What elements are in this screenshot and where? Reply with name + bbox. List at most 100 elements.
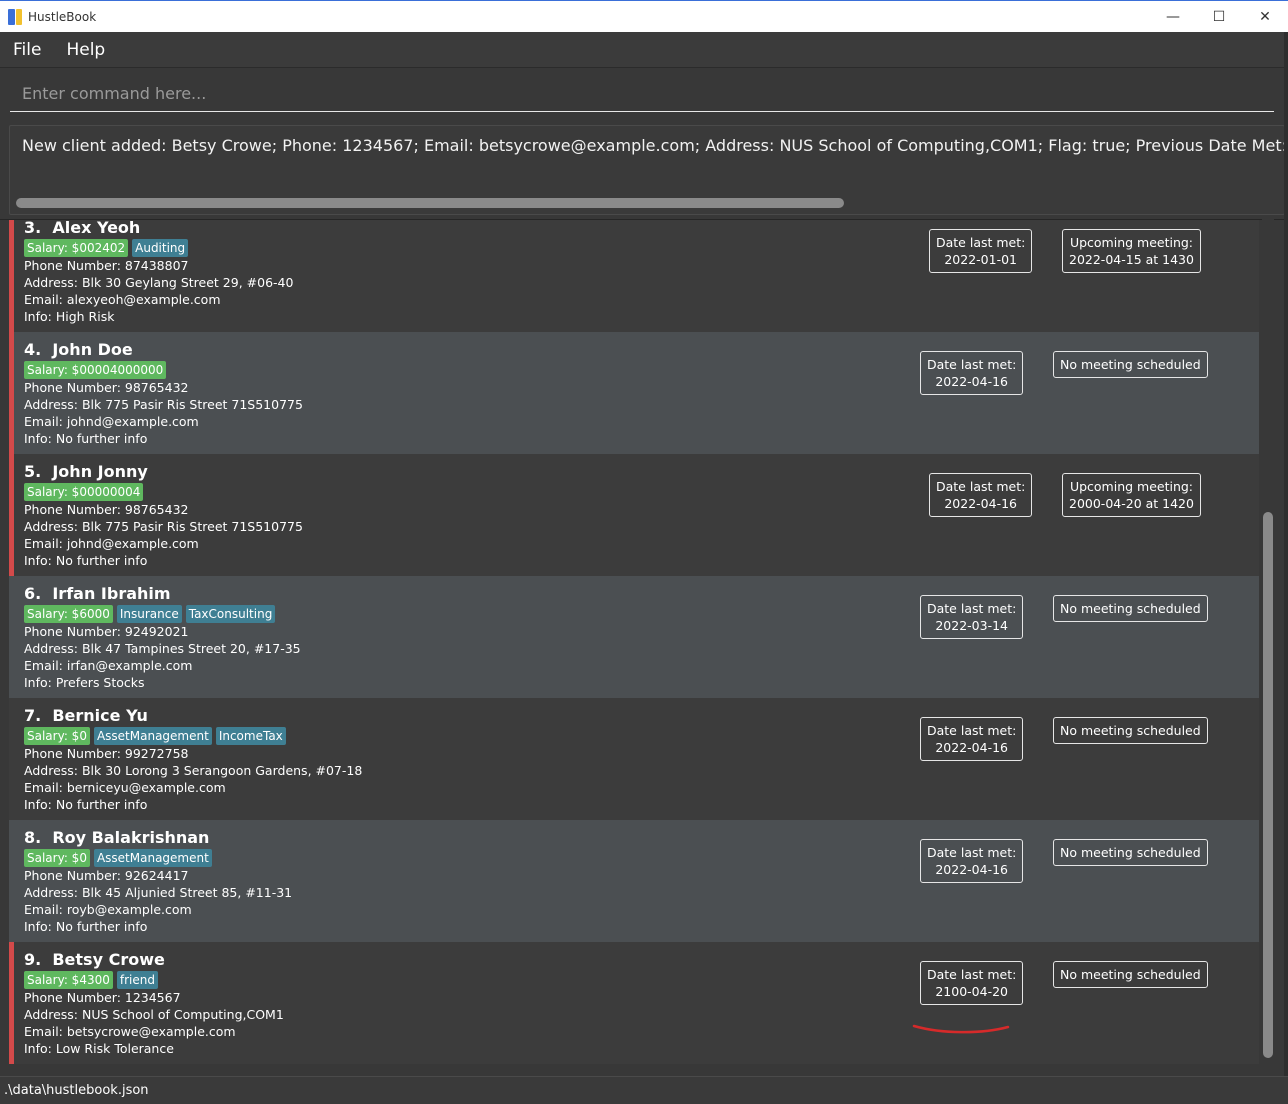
date-last-met-box: Date last met: 2022-04-16 [920, 839, 1024, 883]
meeting-label: No meeting scheduled [1060, 601, 1201, 616]
date-last-met-value: 2022-01-01 [944, 252, 1017, 267]
date-last-met-label: Date last met: [936, 479, 1026, 494]
category-tag: Auditing [132, 239, 189, 257]
date-last-met-value: 2022-04-16 [935, 740, 1008, 755]
meeting-value: 2000-04-20 at 1420 [1069, 496, 1194, 511]
date-last-met-box: Date last met: 2100-04-20 [920, 961, 1024, 1005]
date-last-met-value: 2022-04-16 [935, 374, 1008, 389]
category-tag: AssetManagement [93, 727, 212, 745]
meeting-label: No meeting scheduled [1060, 723, 1201, 738]
salary-tag: Salary: $00000004 [24, 483, 144, 501]
address: Address: Blk 30 Geylang Street 29, #06-4… [24, 275, 294, 290]
info: Info: High Risk [24, 309, 115, 324]
client-name: 6. Irfan Ibrahim [24, 584, 171, 603]
date-last-met-label: Date last met: [927, 357, 1017, 372]
info: Info: No further info [24, 797, 148, 812]
flag-indicator [9, 454, 14, 576]
info: Info: Low Risk Tolerance [24, 1041, 174, 1056]
phone-number: Phone Number: 92624417 [24, 868, 189, 883]
category-tag: TaxConsulting [185, 605, 276, 623]
client-name: 5. John Jonny [24, 462, 148, 481]
tag-list: Salary: $6000 Insurance TaxConsulting [24, 605, 276, 623]
app-logo-icon [8, 8, 22, 25]
date-last-met-box: Date last met: 2022-01-01 [929, 229, 1033, 273]
client-name: 8. Roy Balakrishnan [24, 828, 210, 847]
address: Address: Blk 775 Pasir Ris Street 71S510… [24, 397, 303, 412]
client-card[interactable]: 5. John Jonny Salary: $00000004 Phone Numb… [9, 454, 1259, 576]
flag-indicator [9, 942, 14, 1064]
close-icon[interactable]: ✕ [1242, 1, 1288, 33]
menu-help[interactable]: Help [53, 40, 117, 60]
maximize-icon[interactable]: ☐ [1196, 1, 1242, 33]
salary-tag: Salary: $00004000000 [24, 361, 167, 379]
tag-list: Salary: $0 AssetManagement [24, 849, 212, 867]
phone-number: Phone Number: 98765432 [24, 380, 189, 395]
client-card[interactable]: 4. John Doe Salary: $00004000000 Phone Num… [9, 332, 1259, 454]
address: Address: Blk 45 Aljunied Street 85, #11-… [24, 885, 293, 900]
address: Address: Blk 775 Pasir Ris Street 71S510… [24, 519, 303, 534]
salary-tag: Salary: $6000 [24, 605, 113, 623]
date-last-met-box: Date last met: 2022-04-16 [920, 717, 1024, 761]
date-last-met-box: Date last met: 2022-04-16 [929, 473, 1033, 517]
result-display: New client added: Betsy Crowe; Phone: 12… [9, 125, 1285, 215]
client-card[interactable]: 6. Irfan Ibrahim Salary: $6000 Insurance Ta… [9, 576, 1259, 698]
email: Email: johnd@example.com [24, 536, 199, 551]
info: Info: No further info [24, 553, 148, 568]
window-title: HustleBook [28, 9, 97, 24]
salary-tag: Salary: $002402 [24, 239, 129, 257]
meeting-label: No meeting scheduled [1060, 967, 1201, 982]
client-card[interactable]: 7. Bernice Yu Salary: $0 AssetManagement In… [9, 698, 1259, 820]
tag-list: Salary: $002402 Auditing [24, 239, 189, 257]
meeting-label: No meeting scheduled [1060, 845, 1201, 860]
phone-number: Phone Number: 98765432 [24, 502, 189, 517]
category-tag: IncomeTax [215, 727, 286, 745]
date-last-met-label: Date last met: [927, 723, 1017, 738]
menu-file[interactable]: File [0, 40, 53, 60]
meeting-box: No meeting scheduled [1053, 595, 1208, 622]
address: Address: NUS School of Computing,COM1 [24, 1007, 284, 1022]
tag-list: Salary: $00004000000 [24, 361, 167, 379]
salary-tag: Salary: $4300 [24, 971, 113, 989]
client-card[interactable]: 3. Alex Yeoh Salary: $002402 Auditing Phone… [9, 220, 1259, 332]
date-last-met-box: Date last met: 2022-04-16 [920, 351, 1024, 395]
meeting-value: 2022-04-15 at 1430 [1069, 252, 1194, 267]
date-last-met-value: 2100-04-20 [935, 984, 1008, 999]
date-last-met-box: Date last met: 2022-03-14 [920, 595, 1024, 639]
command-area [0, 68, 1288, 120]
category-tag: friend [116, 971, 158, 989]
date-last-met-value: 2022-04-16 [944, 496, 1017, 511]
category-tag: AssetManagement [93, 849, 212, 867]
salary-tag: Salary: $0 [24, 727, 90, 745]
meeting-box: Upcoming meeting: 2000-04-20 at 1420 [1062, 473, 1201, 517]
info: Info: Prefers Stocks [24, 675, 145, 690]
meeting-box: Upcoming meeting: 2022-04-15 at 1430 [1062, 229, 1201, 273]
category-tag: Insurance [116, 605, 182, 623]
file-path: .\data\hustlebook.json [4, 1083, 149, 1098]
menu-bar: File Help [0, 32, 1288, 68]
date-last-met-label: Date last met: [927, 601, 1017, 616]
red-underline-annotation [912, 1024, 1010, 1034]
email: Email: irfan@example.com [24, 658, 193, 673]
phone-number: Phone Number: 92492021 [24, 624, 189, 639]
client-card[interactable]: 9. Betsy Crowe Salary: $4300 friend Phone N… [9, 942, 1259, 1064]
command-input[interactable] [10, 76, 1274, 112]
meeting-box: No meeting scheduled [1053, 839, 1208, 866]
info: Info: No further info [24, 919, 148, 934]
client-list: 3. Alex Yeoh Salary: $002402 Auditing Phone… [0, 219, 1288, 1074]
email: Email: betsycrowe@example.com [24, 1024, 236, 1039]
title-bar: HustleBook — ☐ ✕ [0, 0, 1288, 32]
result-horizontal-scrollbar[interactable] [16, 198, 844, 208]
address: Address: Blk 30 Lorong 3 Serangoon Garde… [24, 763, 363, 778]
email: Email: berniceyu@example.com [24, 780, 226, 795]
client-name: 4. John Doe [24, 340, 133, 359]
salary-tag: Salary: $0 [24, 849, 90, 867]
flag-indicator [9, 220, 14, 332]
meeting-label: No meeting scheduled [1060, 357, 1201, 372]
minimize-icon[interactable]: — [1150, 1, 1196, 33]
meeting-box: No meeting scheduled [1053, 717, 1208, 744]
phone-number: Phone Number: 1234567 [24, 990, 181, 1005]
email: Email: alexyeoh@example.com [24, 292, 221, 307]
email: Email: royb@example.com [24, 902, 192, 917]
client-card[interactable]: 8. Roy Balakrishnan Salary: $0 AssetManage… [9, 820, 1259, 942]
list-scrollbar-thumb[interactable] [1263, 512, 1273, 1058]
